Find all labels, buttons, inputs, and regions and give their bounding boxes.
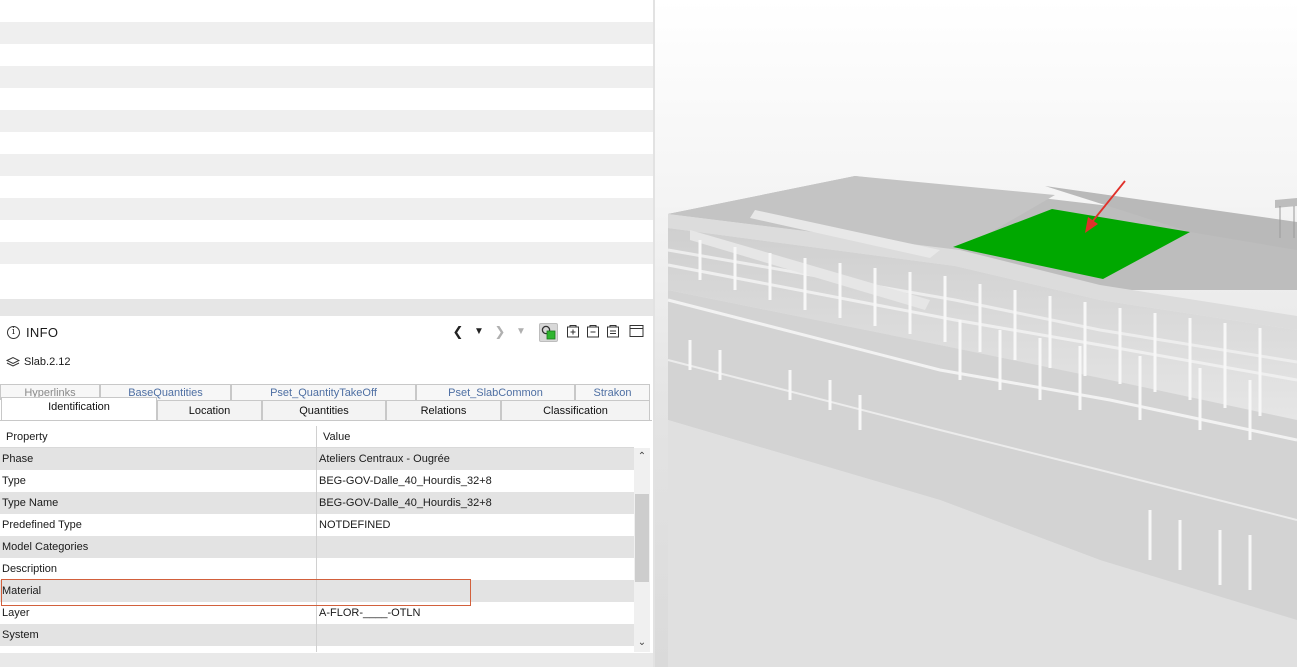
- header-property[interactable]: Property: [0, 426, 316, 448]
- property-cell: System: [2, 629, 39, 641]
- value-cell: [319, 580, 633, 602]
- column-divider[interactable]: [316, 426, 317, 652]
- table-row[interactable]: Material: [0, 580, 634, 602]
- tab-location[interactable]: Location: [157, 400, 262, 420]
- value-cell: A-FLOR-____-OTLN: [319, 607, 421, 619]
- property-cell: Model Categories: [2, 541, 89, 553]
- table-row[interactable]: Type BEG-GOV-Dalle_40_Hourdis_32+8: [0, 470, 634, 492]
- list-row: [0, 110, 654, 132]
- forward-dropdown-icon[interactable]: ▼: [513, 324, 529, 340]
- list-row: [0, 198, 654, 220]
- value-cell: NOTDEFINED: [319, 519, 391, 531]
- building-model[interactable]: [655, 0, 1297, 667]
- property-cell: Layer: [2, 607, 30, 619]
- list-row: [0, 264, 654, 286]
- forward-icon[interactable]: ❯: [492, 324, 508, 340]
- value-cell: Ateliers Centraux - Ougrée: [319, 453, 450, 465]
- panel-splitter[interactable]: [0, 299, 654, 316]
- table-header: Property Value: [0, 426, 634, 448]
- list-panel-icon[interactable]: [605, 324, 621, 340]
- header-value[interactable]: Value: [317, 426, 633, 448]
- 3d-viewport[interactable]: [655, 0, 1297, 667]
- list-row: [0, 0, 654, 22]
- list-row: [0, 22, 654, 44]
- table-row[interactable]: Model Categories: [0, 536, 634, 558]
- tab-divider: [0, 420, 652, 421]
- tab-classification[interactable]: Classification: [501, 400, 650, 420]
- info-header: i INFO ❮ ▼ ❯ ▼: [0, 316, 654, 348]
- tab-pset-slabcommon[interactable]: Pset_SlabCommon: [416, 384, 575, 400]
- list-row: [0, 88, 654, 110]
- value-cell: [319, 536, 633, 558]
- property-cell: Predefined Type: [2, 519, 82, 531]
- property-cell: Type Name: [2, 497, 59, 509]
- table-row[interactable]: Predefined Type NOTDEFINED: [0, 514, 634, 536]
- back-icon[interactable]: ❮: [450, 324, 466, 340]
- window-icon[interactable]: [628, 324, 644, 340]
- list-row: [0, 154, 654, 176]
- vertical-scrollbar[interactable]: ⌃ ⌄: [634, 448, 650, 652]
- add-panel-icon[interactable]: [565, 324, 581, 340]
- tab-strakon[interactable]: Strakon: [575, 384, 650, 400]
- tab-pset-quantitytakeoff[interactable]: Pset_QuantityTakeOff: [231, 384, 416, 400]
- table-row[interactable]: Description: [0, 558, 634, 580]
- selected-object: Slab.2.12: [0, 350, 654, 374]
- tab-row-front: Identification Location Quantities Relat…: [0, 397, 654, 420]
- remove-panel-icon[interactable]: [585, 324, 601, 340]
- model-link-icon[interactable]: [539, 323, 558, 342]
- value-cell: [319, 624, 633, 646]
- list-row: [0, 44, 654, 66]
- list-row: [0, 242, 654, 264]
- property-cell: Material: [2, 585, 42, 597]
- value-cell: [319, 558, 633, 580]
- list-row: [0, 132, 654, 154]
- property-table: Property Value Phase Ateliers Centraux -…: [0, 426, 634, 652]
- table-row[interactable]: Type Name BEG-GOV-Dalle_40_Hourdis_32+8: [0, 492, 634, 514]
- info-title: INFO: [26, 325, 59, 340]
- object-name: Slab.2.12: [24, 356, 71, 368]
- table-row[interactable]: Phase Ateliers Centraux - Ougrée: [0, 448, 634, 470]
- empty-list-area: [0, 0, 654, 299]
- value-cell: BEG-GOV-Dalle_40_Hourdis_32+8: [319, 475, 492, 487]
- list-row: [0, 220, 654, 242]
- tab-relations[interactable]: Relations: [386, 400, 501, 420]
- table-row[interactable]: System: [0, 624, 634, 646]
- table-row[interactable]: Layer A-FLOR-____-OTLN: [0, 602, 634, 624]
- scroll-down-icon[interactable]: ⌄: [634, 636, 650, 652]
- property-cell: Type: [2, 475, 26, 487]
- layers-icon: [5, 356, 21, 368]
- info-icon: i: [7, 326, 20, 339]
- back-dropdown-icon[interactable]: ▼: [471, 324, 487, 340]
- property-cell: Phase: [2, 453, 34, 465]
- value-cell: BEG-GOV-Dalle_40_Hourdis_32+8: [319, 497, 492, 509]
- scroll-up-icon[interactable]: ⌃: [634, 448, 650, 464]
- left-panel: i INFO ❮ ▼ ❯ ▼ Slab.2.12 Hyperlinks Base…: [0, 0, 654, 667]
- bottom-strip: [0, 653, 654, 667]
- property-cell: Description: [2, 563, 58, 575]
- tab-identification[interactable]: Identification: [1, 397, 157, 420]
- scroll-thumb[interactable]: [635, 494, 649, 582]
- list-row: [0, 176, 654, 198]
- list-row: [0, 66, 654, 88]
- tab-quantities[interactable]: Quantities: [262, 400, 386, 420]
